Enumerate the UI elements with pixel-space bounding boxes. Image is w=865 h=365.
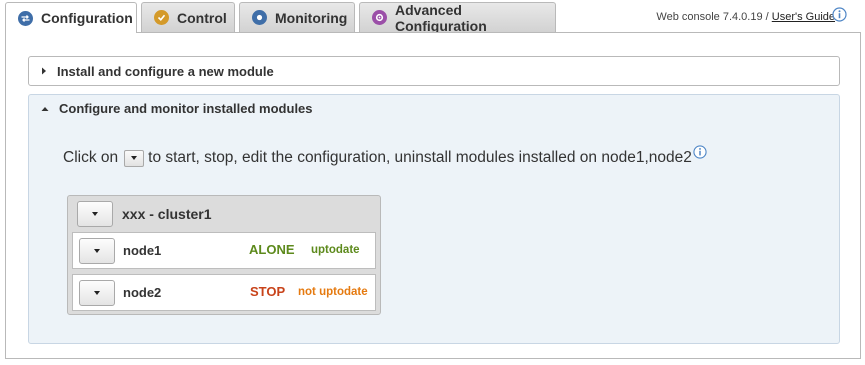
node-dropdown-button[interactable] (79, 238, 115, 264)
version-text: Web console 7.4.0.19 / (656, 11, 772, 23)
tab-bar: Configuration Control Monitoring Advance… (0, 0, 865, 34)
expanded-arrow-icon (41, 106, 49, 111)
section-title: Install and configure a new module (57, 63, 274, 79)
check-icon (154, 10, 169, 25)
tab-label: Configuration (41, 10, 133, 26)
install-module-section[interactable]: Install and configure a new module (28, 56, 840, 86)
tab-monitoring[interactable]: Monitoring (239, 2, 355, 32)
collapsed-arrow-icon (42, 67, 46, 75)
node-state: ALONE (249, 242, 295, 257)
chevron-down-icon (92, 212, 98, 216)
node-sync-status: not uptodate (298, 286, 368, 298)
monitoring-icon (252, 10, 267, 25)
instruction-suffix: to start, stop, edit the configuration, … (148, 149, 692, 166)
cluster-title: xxx - cluster1 (122, 206, 212, 222)
node-row: node1 ALONE uptodate (72, 232, 376, 269)
gear-icon (372, 10, 387, 25)
main-panel: Install and configure a new module Confi… (5, 32, 861, 359)
configuration-icon (18, 10, 33, 26)
node-dropdown-button[interactable] (79, 280, 115, 306)
installed-modules-section: Configure and monitor installed modules … (28, 94, 840, 344)
node-name: node2 (123, 285, 162, 300)
instruction-prefix: Click on (63, 149, 119, 166)
info-icon[interactable] (693, 144, 707, 164)
cluster-panel: xxx - cluster1 node1 ALONE uptodate node… (67, 195, 381, 315)
tab-control[interactable]: Control (141, 2, 235, 32)
tab-advanced-configuration[interactable]: Advanced Configuration (359, 1, 556, 34)
tab-label: Advanced Configuration (395, 1, 487, 34)
installed-modules-header[interactable]: Configure and monitor installed modules (41, 101, 313, 116)
instruction-text: Click on to start, stop, edit the config… (63, 144, 707, 167)
section-title: Configure and monitor installed modules (59, 101, 313, 116)
node-row: node2 STOP not uptodate (72, 274, 376, 311)
tab-configuration[interactable]: Configuration (5, 2, 137, 33)
node-sync-status: uptodate (311, 244, 360, 256)
version-info: Web console 7.4.0.19 / User's Guide (656, 11, 835, 23)
cluster-dropdown-button[interactable] (77, 201, 113, 227)
info-icon[interactable] (832, 7, 847, 27)
tab-label: Control (177, 9, 227, 26)
users-guide-link[interactable]: User's Guide (772, 11, 835, 23)
dropdown-icon (124, 149, 145, 167)
chevron-down-icon (94, 291, 100, 295)
node-name: node1 (123, 243, 162, 258)
chevron-down-icon (94, 249, 100, 253)
node-state: STOP (250, 284, 286, 299)
tab-label: Monitoring (275, 9, 348, 26)
